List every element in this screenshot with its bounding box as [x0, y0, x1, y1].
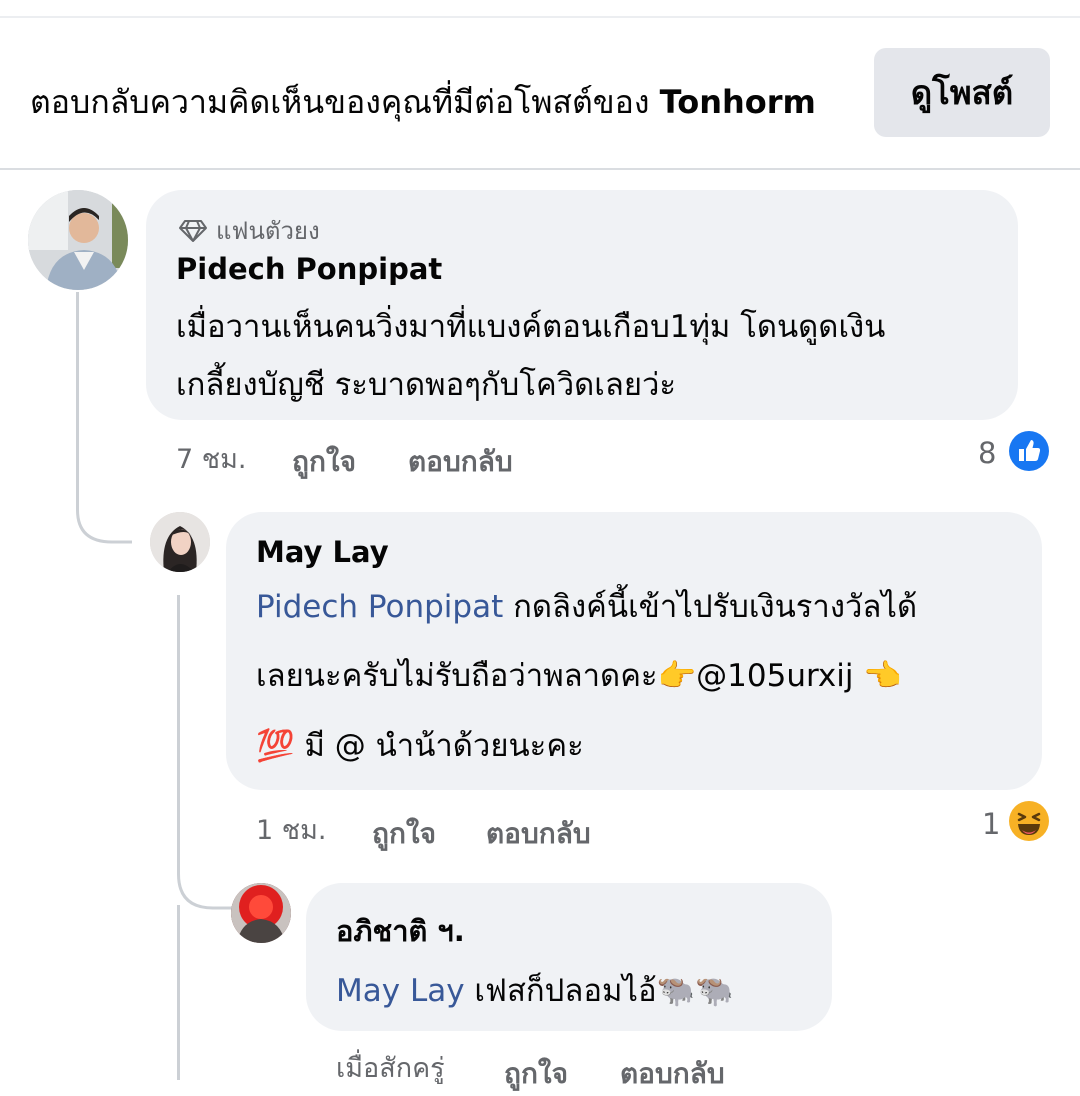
- avatar[interactable]: [231, 883, 291, 943]
- comment-author[interactable]: Pidech Ponpipat: [176, 252, 442, 286]
- mention-link[interactable]: Pidech Ponpipat: [256, 589, 503, 625]
- like-button[interactable]: ถูกใจ: [372, 812, 436, 856]
- comment-time[interactable]: 1 ชม.: [256, 808, 326, 851]
- comment-time[interactable]: 7 ชม.: [176, 437, 246, 480]
- reply-button[interactable]: ตอบกลับ: [486, 812, 591, 856]
- comment-text-line: May Lay เฟสก็ปลอมไอ้🐃🐃: [336, 961, 734, 1021]
- comment-text-line: เมื่อวานเห็นคนวิ่งมาที่แบงค์ตอนเกือบ1ทุ่…: [176, 309, 886, 345]
- thread-line: [76, 292, 79, 502]
- header-divider: [0, 168, 1080, 170]
- thread-line: [177, 905, 180, 1080]
- thread-curve: [177, 850, 233, 910]
- avatar[interactable]: [28, 190, 128, 290]
- comment-author[interactable]: อภิชาติ ฯ.: [336, 908, 465, 954]
- like-button[interactable]: ถูกใจ: [504, 1052, 568, 1096]
- reaction-count[interactable]: 1: [982, 807, 1000, 841]
- comment-author[interactable]: May Lay: [256, 535, 389, 569]
- avatar[interactable]: [150, 512, 210, 572]
- comment-text-line: เลยนะครับไม่รับถือว่าพลาดคะ👉@105urxij 👈: [256, 658, 902, 694]
- mention-link[interactable]: May Lay: [336, 973, 465, 1009]
- thread-line: [177, 595, 180, 865]
- thread-curve: [76, 480, 132, 544]
- reply-prefix: ตอบกลับความคิดเห็นของคุณที่มีต่อโพสต์ของ: [30, 83, 650, 121]
- top-fan-label: แฟนตัวยง: [216, 217, 320, 245]
- comment-text-line: 💯 มี @ นำน้าด้วยนะคะ: [256, 728, 584, 764]
- like-icon[interactable]: [1008, 430, 1050, 472]
- reaction-count[interactable]: 8: [978, 436, 996, 470]
- comment-text: กดลิงค์นี้เข้าไปรับเงินรางวัลได้: [503, 589, 918, 625]
- comment-text: เฟสก็ปลอมไอ้🐃🐃: [464, 973, 734, 1009]
- reply-button[interactable]: ตอบกลับ: [620, 1052, 725, 1096]
- view-post-button[interactable]: ดูโพสต์: [874, 48, 1050, 137]
- comment-text-line: Pidech Ponpipat กดลิงค์นี้เข้าไปรับเงินร…: [256, 577, 917, 637]
- reply-button[interactable]: ตอบกลับ: [408, 440, 513, 484]
- top-fan-badge: แฟนตัวยง: [178, 211, 320, 250]
- comment-time[interactable]: เมื่อสักครู่: [336, 1046, 445, 1089]
- haha-icon[interactable]: [1008, 800, 1050, 842]
- comment-text-line: เกลี้ยงบัญชี ระบาดพอๆกับโควิดเลยว่ะ: [176, 367, 677, 403]
- reply-context-text: ตอบกลับความคิดเห็นของคุณที่มีต่อโพสต์ของ…: [30, 77, 816, 128]
- post-owner-name[interactable]: Tonhorm: [660, 83, 816, 121]
- like-button[interactable]: ถูกใจ: [292, 440, 356, 484]
- diamond-icon: [179, 219, 207, 242]
- reply-header: ตอบกลับความคิดเห็นของคุณที่มีต่อโพสต์ของ…: [0, 18, 1080, 168]
